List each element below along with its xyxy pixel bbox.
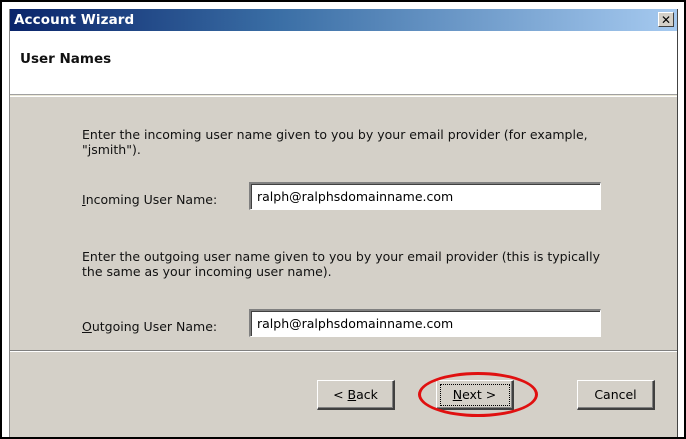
account-wizard-window: Account Wizard ✕ User Names Enter the in…: [9, 9, 678, 437]
next-text: ext >: [462, 387, 497, 402]
back-prefix: <: [333, 387, 344, 402]
incoming-label-text: ncoming User Name:: [85, 192, 218, 207]
title-bar: Account Wizard ✕: [10, 9, 677, 31]
cancel-button[interactable]: Cancel: [577, 380, 655, 410]
wizard-body: Enter the incoming user name given to yo…: [10, 96, 677, 350]
outgoing-label-accesskey: O: [82, 319, 92, 334]
outgoing-label-text: utgoing User Name:: [91, 319, 218, 334]
wizard-footer: < Back Next > Cancel: [10, 352, 677, 437]
back-text: ack: [356, 387, 378, 402]
next-button[interactable]: Next >: [436, 380, 514, 410]
incoming-user-name-label: Incoming User Name:: [82, 192, 217, 207]
page-title: User Names: [20, 51, 112, 67]
close-icon: ✕: [660, 12, 672, 27]
outgoing-user-name-input[interactable]: [249, 309, 601, 337]
next-accesskey: N: [452, 387, 463, 402]
outgoing-user-name-label: Outgoing User Name:: [82, 319, 217, 334]
wizard-header: User Names: [10, 31, 677, 95]
back-button[interactable]: < Back: [317, 380, 395, 410]
outgoing-instructions: Enter the outgoing user name given to yo…: [82, 249, 600, 279]
close-button[interactable]: ✕: [658, 12, 674, 27]
incoming-user-name-input[interactable]: [249, 182, 601, 210]
back-accesskey: B: [347, 387, 357, 402]
window-title: Account Wizard: [14, 12, 135, 28]
incoming-instructions: Enter the incoming user name given to yo…: [82, 127, 588, 157]
